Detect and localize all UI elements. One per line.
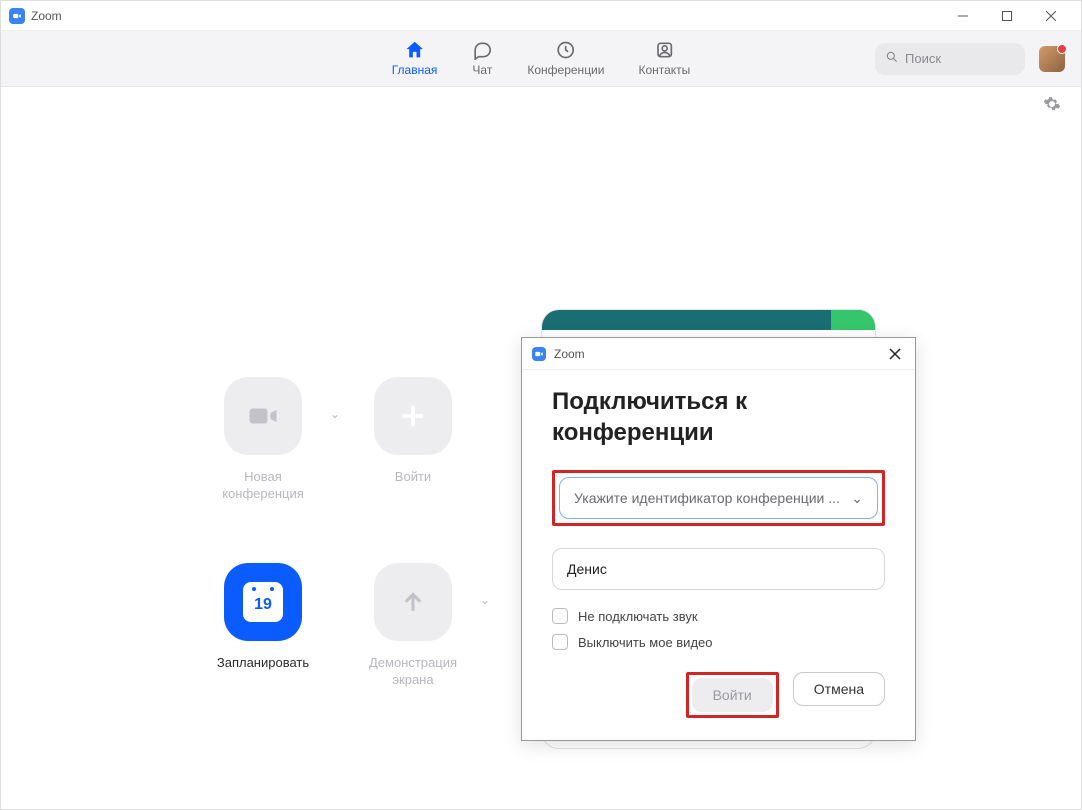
chevron-down-icon: ⌄ <box>851 490 863 507</box>
card-header-stripe <box>542 310 875 330</box>
join-button[interactable]: Войти <box>692 678 773 712</box>
name-field-value: Денис <box>567 561 607 577</box>
tile-share-label: Демонстрация экрана <box>358 655 468 689</box>
tab-meetings[interactable]: Конференции <box>527 39 604 77</box>
tab-chat[interactable]: Чат <box>471 39 493 77</box>
checkbox-no-video[interactable]: Выключить мое видео <box>552 634 885 650</box>
checkbox-icon <box>552 634 568 650</box>
cancel-button[interactable]: Отмена <box>793 672 885 706</box>
meeting-id-placeholder: Укажите идентификатор конференции ... <box>574 490 840 506</box>
tab-chat-label: Чат <box>472 63 492 77</box>
close-button[interactable] <box>1029 1 1073 31</box>
content-area: ⌄ Новая конференция Войти 19 Запланирова… <box>1 87 1081 809</box>
checkbox-no-audio[interactable]: Не подключать звук <box>552 608 885 624</box>
tile-schedule-label: Запланировать <box>217 655 309 672</box>
chevron-down-icon[interactable]: ⌄ <box>330 407 340 421</box>
chevron-down-icon[interactable]: ⌄ <box>480 593 490 607</box>
maximize-button[interactable] <box>985 1 1029 31</box>
home-icon <box>404 39 426 61</box>
contacts-icon <box>653 39 675 61</box>
window-controls <box>941 1 1073 31</box>
search-placeholder: Поиск <box>905 51 941 66</box>
checkbox-icon <box>552 608 568 624</box>
video-icon <box>224 377 302 455</box>
avatar[interactable] <box>1039 46 1065 72</box>
minimize-button[interactable] <box>941 1 985 31</box>
dialog-heading: Подключиться к конференции <box>552 386 885 448</box>
tile-new-meeting-label: Новая конференция <box>208 469 318 503</box>
tab-meetings-label: Конференции <box>527 63 604 77</box>
calendar-icon: 19 <box>224 563 302 641</box>
action-tiles: ⌄ Новая конференция Войти 19 Запланирова… <box>193 377 483 689</box>
plus-icon <box>374 377 452 455</box>
settings-gear[interactable] <box>1043 95 1061 118</box>
highlight-meeting-id: Укажите идентификатор конференции ... ⌄ <box>552 470 885 526</box>
search-icon <box>885 50 899 67</box>
tile-new-meeting[interactable]: ⌄ Новая конференция <box>208 377 318 503</box>
checkbox-no-video-label: Выключить мое видео <box>578 635 713 650</box>
chat-icon <box>471 39 493 61</box>
tile-schedule[interactable]: 19 Запланировать <box>217 563 309 689</box>
checkbox-no-audio-label: Не подключать звук <box>578 609 698 624</box>
calendar-date: 19 <box>254 596 272 614</box>
meeting-id-combo[interactable]: Укажите идентификатор конференции ... ⌄ <box>559 477 878 519</box>
tab-home-label: Главная <box>392 63 438 77</box>
navbar: Главная Чат Конференции Контакты Поиск <box>1 31 1081 87</box>
search-input[interactable]: Поиск <box>875 43 1025 75</box>
highlight-join-button: Войти <box>686 672 779 718</box>
tab-contacts-label: Контакты <box>638 63 690 77</box>
tab-home[interactable]: Главная <box>392 39 438 77</box>
tile-join[interactable]: Войти <box>374 377 452 503</box>
tab-contacts[interactable]: Контакты <box>638 39 690 77</box>
window-title: Zoom <box>31 9 941 23</box>
share-arrow-icon <box>374 563 452 641</box>
tile-join-label: Войти <box>395 469 431 486</box>
zoom-app-icon <box>9 8 25 24</box>
clock-icon <box>555 39 577 61</box>
cancel-button-label: Отмена <box>814 681 864 697</box>
zoom-app-icon <box>532 347 546 361</box>
join-button-label: Войти <box>713 687 752 703</box>
dialog-title: Zoom <box>554 347 885 361</box>
close-icon[interactable] <box>885 344 905 364</box>
join-dialog: Zoom Подключиться к конференции Укажите … <box>521 337 916 741</box>
dialog-titlebar: Zoom <box>522 338 915 370</box>
name-field[interactable]: Денис <box>552 548 885 590</box>
titlebar: Zoom <box>1 1 1081 31</box>
tile-share-screen[interactable]: ⌄ Демонстрация экрана <box>358 563 468 689</box>
